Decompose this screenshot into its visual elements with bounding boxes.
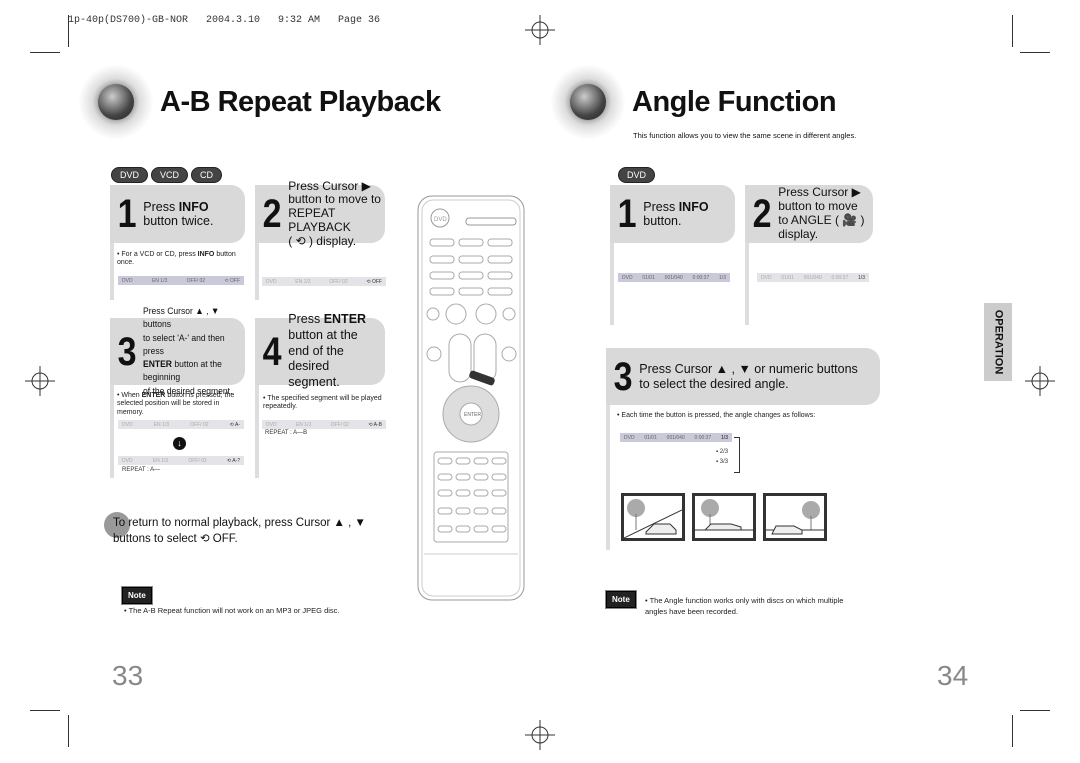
step-4: 4 Press ENTER button at the end of the d…	[255, 312, 385, 389]
badge-dvd: DVD	[111, 167, 149, 183]
status-strip: DVD 01/01 001/040 0:00:37 1/3	[620, 433, 732, 442]
status-strip: DVD EN 1/3 OFF/ 02 ⟲ OFF	[118, 276, 244, 285]
step-text: Press Cursor ▲ , ▼ or numeric buttons to…	[639, 362, 858, 391]
step-text: Press Cursor ▶ button to move to REPEAT PL…	[288, 178, 381, 248]
step-text: Press Cursor ▲ , ▼ buttons to select 'A-'…	[143, 305, 233, 397]
step-1: 1 Press INFO button twice.	[110, 185, 245, 243]
registration-mark-icon	[1025, 366, 1055, 396]
angle-image-1	[621, 493, 685, 541]
note-label: Note	[121, 586, 153, 605]
note-label: Note	[605, 590, 637, 609]
page-title: Angle Function	[632, 86, 837, 118]
step-number: 1	[617, 192, 637, 236]
step-number: 4	[262, 329, 282, 374]
note-text: • The Angle function works only with dis…	[645, 596, 844, 617]
crop-mark	[30, 52, 60, 53]
registration-mark-icon	[25, 366, 55, 396]
section-tab-operation: OPERATION	[984, 303, 1012, 381]
page-number: 34	[937, 660, 969, 691]
page-title: A-B Repeat Playback	[160, 86, 441, 118]
down-arrow-icon: ↓	[173, 437, 186, 450]
step-text: Press INFO button twice.	[143, 199, 214, 228]
step-number: 3	[613, 354, 633, 399]
step-2: 2 Press Cursor ▶ button to move to REPEAT …	[255, 179, 385, 248]
print-header: 1p-40p(DS700)-GB-NOR 2004.3.10 9:32 AM P…	[68, 15, 381, 26]
step-number: 3	[117, 329, 137, 374]
status-strip: DVD 01/01 001/040 0:00:37 1/3	[618, 273, 730, 282]
crop-mark	[1020, 52, 1050, 53]
crop-mark	[1012, 15, 1013, 47]
crop-mark	[1020, 710, 1050, 711]
bullet: • When ENTER button is pressed, the sele…	[117, 392, 235, 416]
page-subtitle: This function allows you to view the sam…	[633, 131, 857, 140]
disc-icon	[78, 64, 154, 140]
angle-sequence: ▪ 2/3 ▪ 3/3	[716, 449, 729, 465]
status-strip: DVD EN 1/3 OFF/ 02 ⟲ A-B	[262, 420, 386, 429]
bullet: • The specified segment will be played r…	[263, 395, 382, 411]
status-strip: DVD EN 1/3 OFF/ 02 ⟲ A-?	[118, 456, 244, 465]
disc-type-badges: DVD	[618, 165, 658, 183]
repeat-label: REPEAT : A—B	[265, 430, 308, 436]
step-1: 1 Press INFO button.	[610, 185, 735, 243]
status-strip: DVD 01/01 001/040 0:00:37 1/3	[757, 273, 869, 282]
step-3: 3 Press Cursor ▲ , ▼ buttons to select 'A…	[110, 306, 245, 397]
badge-dvd: DVD	[618, 167, 656, 183]
status-strip: DVD EN 1/3 OFF/ 02 ⟲ OFF	[262, 277, 386, 286]
svg-text:ENTER: ENTER	[464, 412, 481, 418]
note-text: • The A-B Repeat function will not work …	[124, 606, 340, 615]
registration-mark-icon	[525, 15, 555, 45]
disc-type-badges: DVD VCD CD	[111, 165, 225, 183]
step-text: Press ENTER button at the end of the des…	[288, 312, 367, 389]
status-strip: DVD EN 1/3 OFF/ 02 ⟲ A-	[118, 420, 244, 429]
angle-image-3	[763, 493, 827, 541]
bullet: • Each time the button is pressed, the a…	[617, 412, 816, 419]
crop-mark	[68, 715, 69, 747]
step-3: 3 Press Cursor ▲ , ▼ or numeric buttons …	[606, 348, 880, 405]
step-number: 2	[752, 192, 772, 236]
registration-mark-icon	[525, 720, 555, 750]
page-number: 33	[112, 660, 144, 691]
cycle-arrow	[734, 437, 740, 473]
return-instruction: To return to normal playback, press Curs…	[113, 517, 366, 545]
angle-image-2	[692, 493, 756, 541]
step-number: 2	[262, 192, 282, 236]
crop-mark	[1012, 715, 1013, 747]
remote-control-illustration: DVD ENTER	[417, 195, 525, 601]
badge-cd: CD	[191, 167, 223, 183]
step-2: 2 Press Cursor ▶ button to move to ANGLE…	[745, 185, 873, 243]
svg-text:DVD: DVD	[434, 217, 447, 223]
step-number: 1	[117, 192, 137, 236]
step-text: Press INFO button.	[643, 199, 709, 228]
repeat-label: REPEAT : A—	[122, 467, 161, 473]
crop-mark	[30, 710, 60, 711]
badge-vcd: VCD	[151, 167, 189, 183]
disc-icon	[550, 64, 626, 140]
bullet: • For a VCD or CD, press INFO button onc…	[117, 251, 236, 267]
step-text: Press Cursor ▶ button to move to ANGLE (…	[778, 185, 865, 241]
crop-mark	[68, 15, 69, 47]
